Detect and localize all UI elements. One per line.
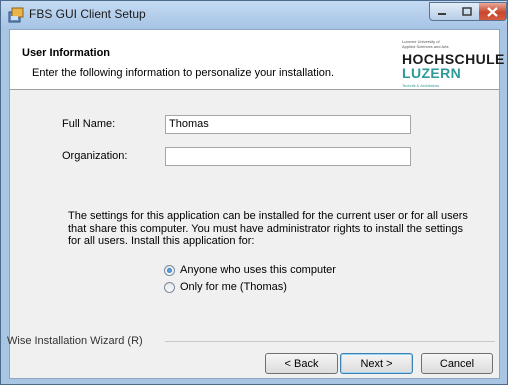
full-name-field[interactable]: Thomas [165,115,411,134]
setup-window: FBS GUI Client Setup User Information En… [0,0,508,385]
radio-anyone[interactable]: Anyone who uses this computer [164,264,336,276]
radio-only-me[interactable]: Only for me (Thomas) [164,281,287,293]
logo-department: Technik & Architektur [402,83,440,88]
organization-field[interactable] [165,147,411,166]
organization-label: Organization: [62,150,128,162]
close-icon [487,6,498,17]
dialog-body: User Information Enter the following inf… [7,29,505,379]
setup-icon [8,7,24,23]
window-title: FBS GUI Client Setup [29,7,146,21]
install-scope-description: The settings for this application can be… [68,210,468,247]
minimize-icon [438,12,446,15]
logo-small-line-2: Applied Sciences and Arts [402,44,449,49]
title-bar[interactable]: FBS GUI Client Setup [1,1,507,29]
page-subtitle: Enter the following information to perso… [32,67,335,79]
university-logo: Lucerne University of Applied Sciences a… [402,39,505,88]
logo-line-1: HOCHSCHULE [402,51,505,67]
maximize-icon [461,7,472,16]
close-button[interactable] [479,2,507,21]
footer-divider [165,341,495,342]
page-title: User Information [22,47,111,59]
radio-button-unchecked[interactable] [164,281,175,293]
maximize-button[interactable] [454,2,480,21]
next-button[interactable]: Next > [340,353,413,374]
logo-line-2: LUZERN [402,65,462,81]
cancel-button[interactable]: Cancel [421,353,493,374]
dialog-header: User Information Enter the following inf… [10,30,505,90]
full-name-label: Full Name: [62,118,116,130]
minimize-button[interactable] [429,2,455,21]
radio-button-checked[interactable] [164,264,175,276]
back-button[interactable]: < Back [265,353,338,374]
radio-only-me-label: Only for me (Thomas) [180,281,287,293]
wizard-brand-label: Wise Installation Wizard (R) [7,335,143,347]
radio-anyone-label: Anyone who uses this computer [180,264,336,276]
